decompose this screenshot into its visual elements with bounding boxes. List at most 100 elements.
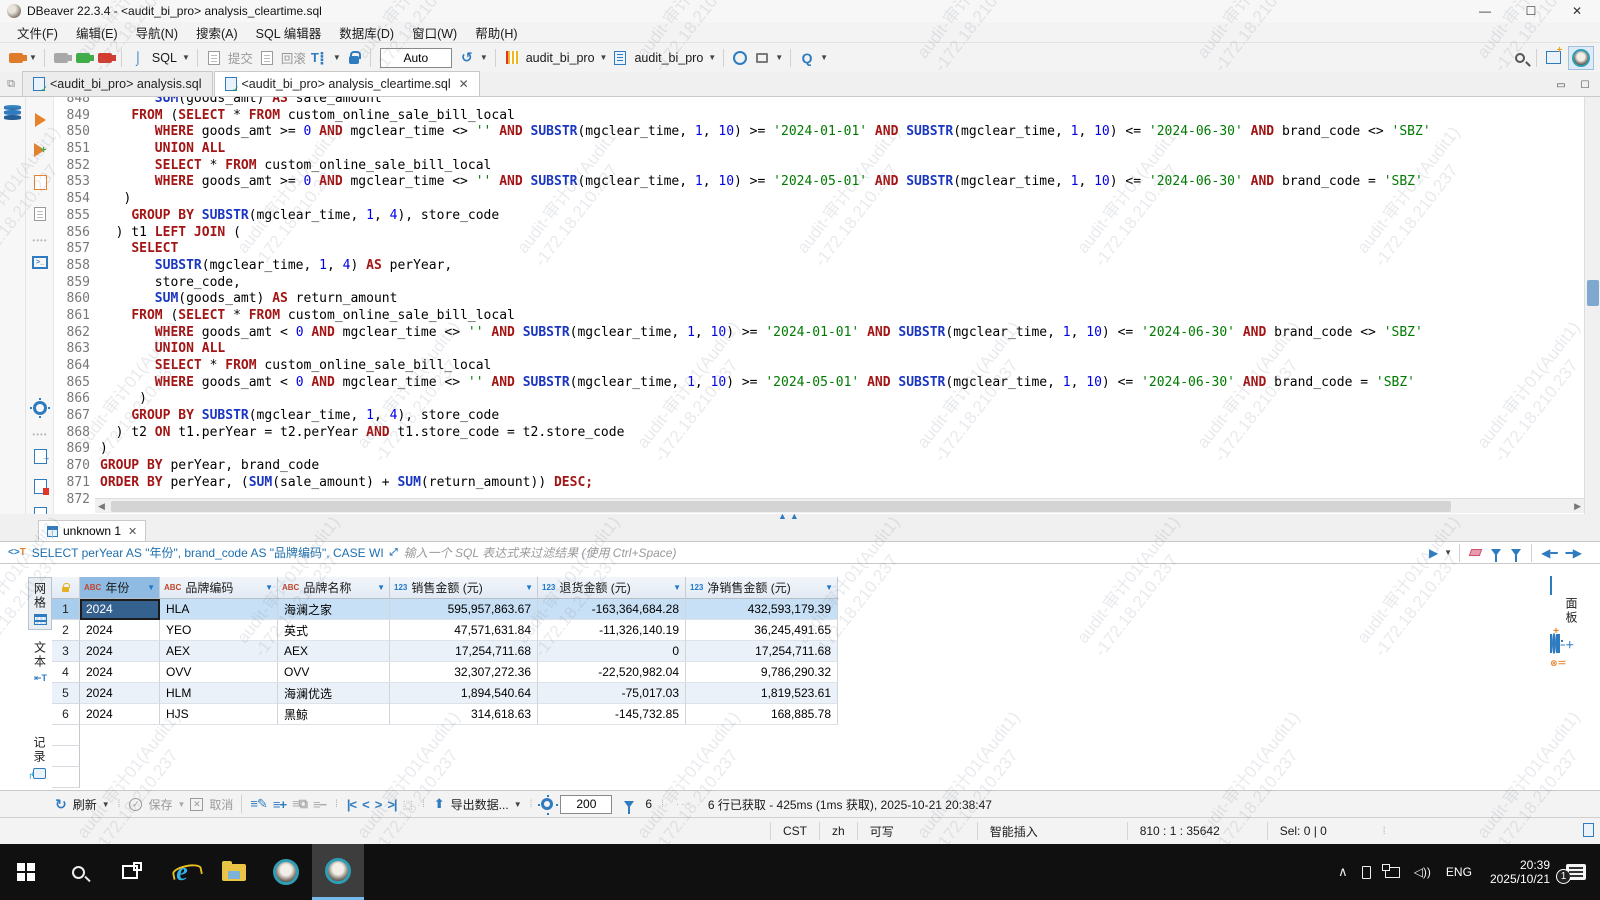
disconnect-icon[interactable] xyxy=(51,48,71,68)
clear-filter-icon[interactable] xyxy=(1469,549,1483,556)
table-cell[interactable]: 2024 xyxy=(80,704,160,725)
table-cell[interactable]: 1,819,523.61 xyxy=(686,683,838,704)
execute-script-icon[interactable] xyxy=(31,173,49,191)
add-row-icon[interactable]: ≡+ xyxy=(273,797,286,812)
row-number[interactable]: 4 xyxy=(52,662,80,683)
table-cell[interactable]: HLA xyxy=(160,599,278,620)
table-cell[interactable]: 17,254,711.68 xyxy=(390,641,538,662)
code-line[interactable]: 863 UNION ALL xyxy=(54,341,1584,358)
quick-search-dropdown[interactable]: ▼ xyxy=(820,53,828,62)
transaction-log-icon[interactable]: ↺ xyxy=(457,48,477,68)
close-results-tab-icon[interactable]: ✕ xyxy=(128,525,137,538)
splitter-collapse-icon[interactable]: ▲▲ xyxy=(778,511,802,521)
table-cell[interactable]: -11,326,140.19 xyxy=(538,620,686,641)
save-filter-icon[interactable] xyxy=(1511,549,1521,556)
table-cell[interactable]: 海澜之家 xyxy=(278,599,390,620)
code-line[interactable]: 858 SUBSTR(mgclear_time, 1, 4) AS perYea… xyxy=(54,258,1584,275)
editor-settings-gear-icon[interactable] xyxy=(31,399,49,417)
column-header-0[interactable]: ABC年份▼ xyxy=(80,577,160,599)
task-view-icon[interactable] xyxy=(104,844,156,900)
code-line[interactable]: 867 GROUP BY SUBSTR(mgclear_time, 1, 4),… xyxy=(54,408,1584,425)
menu-item-4[interactable]: SQL 编辑器 xyxy=(247,21,331,44)
scroll-left-arrow[interactable]: ◀ xyxy=(98,501,105,512)
previous-row-icon[interactable]: < xyxy=(362,797,369,812)
sql-editor-icon[interactable]: ⌡ xyxy=(128,48,148,68)
transaction-log-dropdown[interactable]: ▼ xyxy=(480,53,488,62)
table-cell[interactable]: 9,786,290.32 xyxy=(686,662,838,683)
transaction-mode-dropdown[interactable]: ▼ xyxy=(333,53,341,62)
filter-query-text[interactable]: SELECT perYear AS "年份", brand_code AS "品… xyxy=(32,544,384,561)
table-cell[interactable]: 2024 xyxy=(80,599,160,620)
commit-mode-box[interactable]: Auto xyxy=(380,48,452,68)
code-line[interactable]: 851 UNION ALL xyxy=(54,141,1584,158)
save-dropdown[interactable]: ▼ xyxy=(177,800,185,809)
code-line[interactable]: 853 WHERE goods_amt >= 0 AND mgclear_tim… xyxy=(54,174,1584,191)
close-tab-icon[interactable]: ✕ xyxy=(459,77,469,91)
table-cell[interactable]: AEX xyxy=(278,641,390,662)
filter-input[interactable]: 输入一个 SQL 表达式来过滤结果 (使用 Ctrl+Space) xyxy=(404,544,677,561)
results-tab-unknown1[interactable]: unknown 1 ✕ xyxy=(38,520,146,541)
editor-horizontal-scrollbar[interactable]: ◀ ▶ xyxy=(95,498,1584,513)
row-number[interactable]: 5 xyxy=(52,683,80,704)
maximize-button[interactable]: ☐ xyxy=(1508,0,1554,22)
dbeaver-taskbar-icon-active[interactable] xyxy=(312,844,364,900)
connection-selector[interactable]: audit_bi_pro xyxy=(526,51,595,65)
refresh-button[interactable]: 刷新 xyxy=(73,796,97,813)
sql-console-icon[interactable]: >_ xyxy=(31,253,49,271)
code-line[interactable]: 862 WHERE goods_amt < 0 AND mgclear_time… xyxy=(54,325,1584,342)
presentation-tab-record[interactable]: 记录 xyxy=(28,731,51,784)
menu-item-2[interactable]: 导航(N) xyxy=(127,21,187,44)
close-button[interactable]: ✕ xyxy=(1554,0,1600,22)
fetch-settings-gear-icon[interactable] xyxy=(541,798,553,810)
refresh-icon[interactable]: ↻ xyxy=(55,796,67,813)
code-line[interactable]: 864 SELECT * FROM custom_online_sale_bil… xyxy=(54,358,1584,375)
network-profile-dropdown[interactable]: ▼ xyxy=(775,53,783,62)
transaction-mode-icon[interactable]: T⡇ xyxy=(310,48,330,68)
column-header-1[interactable]: ABC品牌编码▼ xyxy=(160,577,278,599)
presentation-tab-grid[interactable]: 网格 xyxy=(28,577,52,630)
statistics-file-icon[interactable] xyxy=(31,505,49,514)
open-in-editor-icon[interactable] xyxy=(31,447,49,465)
table-cell[interactable]: -163,364,684.28 xyxy=(538,599,686,620)
code-line[interactable]: 861 FROM (SELECT * FROM custom_online_sa… xyxy=(54,308,1584,325)
execute-statement-icon[interactable] xyxy=(31,111,49,129)
internet-explorer-icon[interactable]: e xyxy=(156,844,208,900)
save-file-alert-icon[interactable] xyxy=(31,477,49,495)
next-row-icon[interactable]: > xyxy=(375,797,382,812)
code-line[interactable]: 854 ) xyxy=(54,191,1584,208)
fetch-all-icon[interactable] xyxy=(619,801,639,808)
history-back-icon[interactable]: ◀━ xyxy=(1541,546,1557,560)
export-dropdown[interactable]: ▼ xyxy=(514,800,522,809)
code-line[interactable]: 868 ) t2 ON t1.perYear = t2.perYear AND … xyxy=(54,425,1584,442)
table-cell[interactable]: 黑鲸 xyxy=(278,704,390,725)
code-line[interactable]: 852 SELECT * FROM custom_online_sale_bil… xyxy=(54,158,1584,175)
tab-analysis-sql[interactable]: <audit_bi_pro> analysis.sql xyxy=(22,71,213,96)
code-line[interactable]: 855 GROUP BY SUBSTR(mgclear_time, 1, 4),… xyxy=(54,208,1584,225)
new-connection-icon[interactable] xyxy=(6,48,26,68)
edit-filter-icon[interactable] xyxy=(1491,549,1501,556)
last-row-icon[interactable]: >| xyxy=(387,797,396,812)
menu-item-6[interactable]: 窗口(W) xyxy=(403,21,466,44)
edit-cell-icon[interactable]: ≡✎ xyxy=(250,796,266,812)
sql-editor-dropdown[interactable]: ▼ xyxy=(182,53,190,62)
editor-vertical-scrollbar[interactable] xyxy=(1584,97,1600,514)
expand-filter-icon[interactable]: ⤢ xyxy=(390,547,398,558)
table-cell[interactable]: 432,593,179.39 xyxy=(686,599,838,620)
dbeaver-perspective-button[interactable] xyxy=(1568,46,1594,70)
presentation-tab-text[interactable]: 文本 ⇤T xyxy=(28,636,52,689)
panels-icon[interactable] xyxy=(1550,576,1552,595)
usb-icon[interactable] xyxy=(1362,866,1371,879)
table-cell[interactable]: 168,885.78 xyxy=(686,704,838,725)
tray-expand-icon[interactable]: ∧ xyxy=(1338,864,1348,880)
column-header-5[interactable]: 123净销售金额 (元)▼ xyxy=(686,577,838,599)
status-doc-icon[interactable] xyxy=(1583,823,1594,837)
table-cell[interactable]: 36,245,491.65 xyxy=(686,620,838,641)
start-button[interactable] xyxy=(0,844,52,900)
minimize-button[interactable]: — xyxy=(1462,0,1508,22)
table-cell[interactable]: -22,520,982.04 xyxy=(538,662,686,683)
maximize-editor-icon[interactable]: ☐ xyxy=(1576,78,1594,92)
row-number[interactable]: 1 xyxy=(52,599,80,620)
filter-dropdown[interactable]: ▼ xyxy=(1444,548,1452,557)
code-line[interactable]: 865 WHERE goods_amt < 0 AND mgclear_time… xyxy=(54,375,1584,392)
table-cell[interactable]: 47,571,631.84 xyxy=(390,620,538,641)
